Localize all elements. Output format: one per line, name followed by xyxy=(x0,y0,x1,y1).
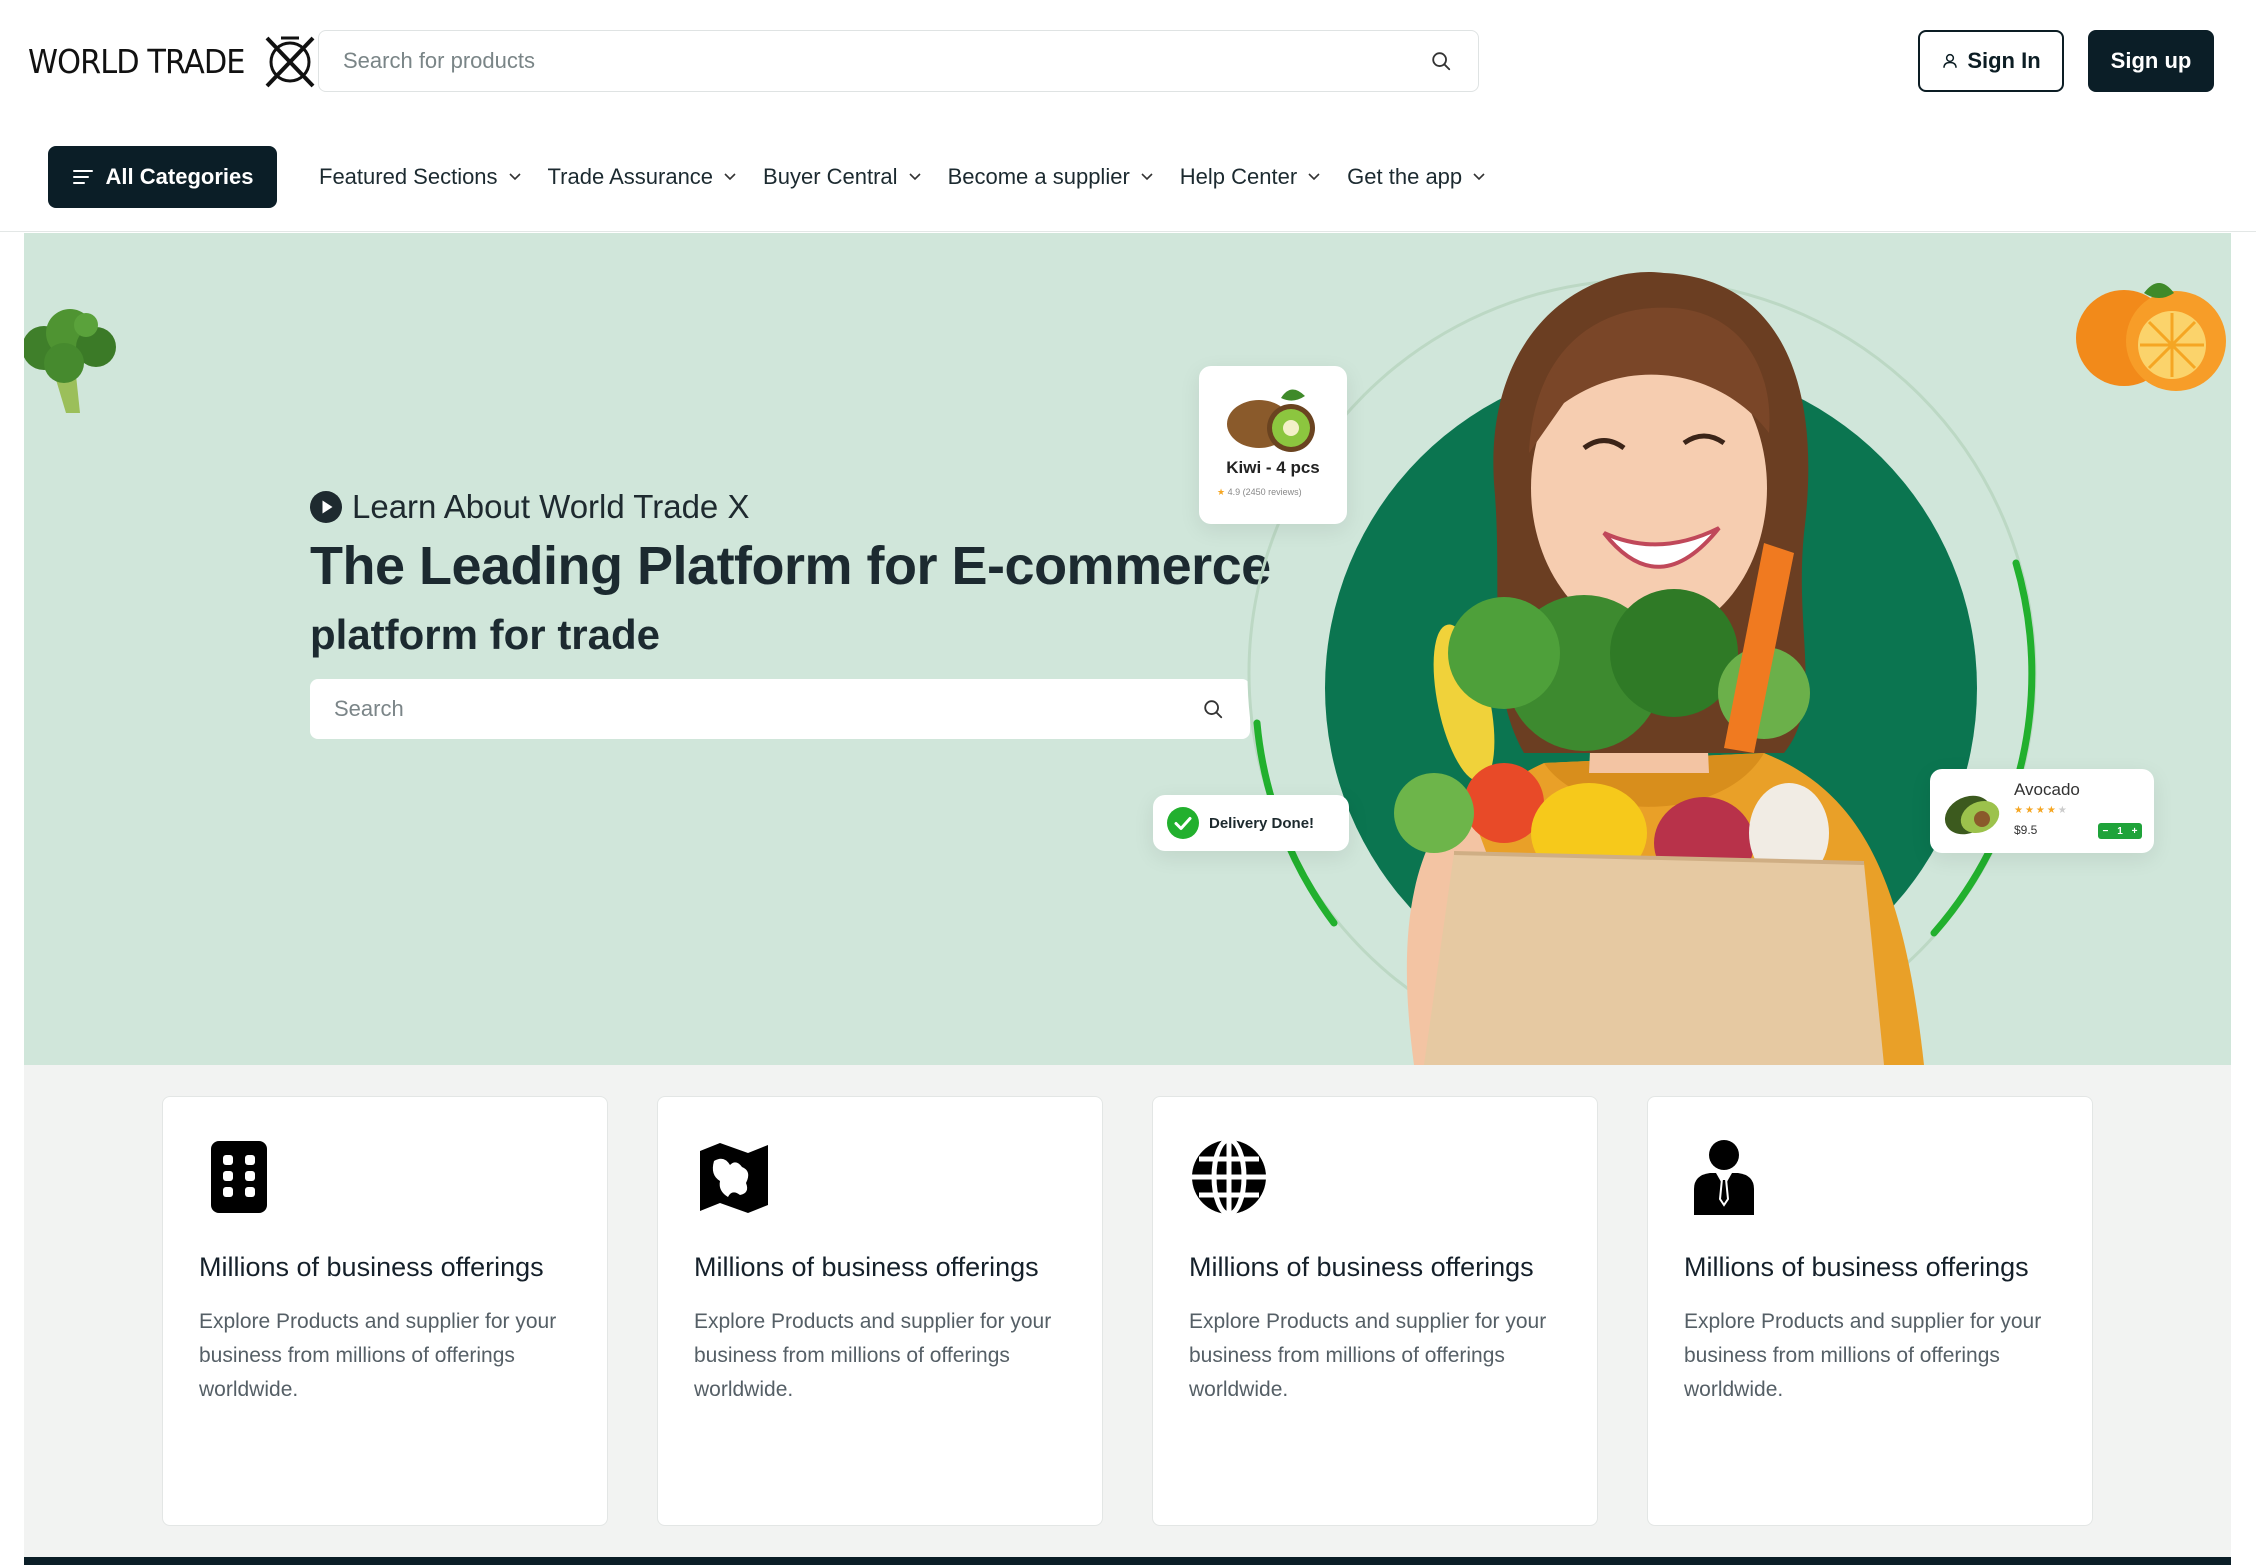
sign-up-label: Sign up xyxy=(2110,48,2192,73)
nav-item-label: Featured Sections xyxy=(319,164,498,189)
chevron-down-icon xyxy=(1307,170,1321,184)
nav-item-label: Help Center xyxy=(1179,164,1298,189)
businessman-icon xyxy=(1694,1140,1754,1215)
hero-search-input[interactable] xyxy=(334,696,1200,722)
sign-up-button[interactable]: Sign up xyxy=(2088,30,2214,92)
feature-title: Millions of business offerings xyxy=(694,1252,1039,1282)
kiwi-review-count: (2450 reviews) xyxy=(1242,487,1302,497)
globe-icon xyxy=(1192,1137,1266,1217)
brand-logo[interactable]: WORLD TRADE xyxy=(28,30,319,92)
nav-item-label: Get the app xyxy=(1347,164,1463,189)
feature-description: Explore Products and supplier for your b… xyxy=(1684,1310,2042,1401)
check-circle-icon xyxy=(1167,807,1199,839)
footer-strip xyxy=(24,1557,2231,1565)
delivery-status-card: Delivery Done! xyxy=(1153,795,1349,851)
hero-search-bar xyxy=(310,679,1250,739)
feature-description: Explore Products and supplier for your b… xyxy=(694,1310,1052,1401)
nav-item-trade-assurance[interactable]: Trade Assurance xyxy=(548,164,738,190)
avocado-star-rating: ★★★★★ xyxy=(2014,805,2069,816)
minus-icon[interactable]: − xyxy=(2102,826,2108,837)
all-categories-label: All Categories xyxy=(105,164,254,189)
kiwi-product-card[interactable]: Kiwi - 4 pcs ★ 4.9 (2450 reviews) xyxy=(1199,366,1347,524)
feature-card[interactable]: Millions of business offerings Explore P… xyxy=(657,1096,1103,1526)
broccoli-image xyxy=(24,309,116,413)
feature-card[interactable]: Millions of business offerings Explore P… xyxy=(1647,1096,2093,1526)
nav-item-help-center[interactable]: Help Center xyxy=(1180,164,1321,190)
main-nav: All Categories Featured Sections Trade A… xyxy=(0,146,2256,208)
nav-item-get-the-app[interactable]: Get the app xyxy=(1347,164,1486,190)
plus-icon[interactable]: + xyxy=(2132,826,2138,837)
brand-name: WORLD TRADE xyxy=(28,41,245,81)
avocado-price: $9.5 xyxy=(2014,823,2038,837)
hero-subtitle: platform for trade xyxy=(310,611,661,658)
search-icon[interactable] xyxy=(1428,48,1454,74)
chevron-down-icon xyxy=(508,170,522,184)
building-icon xyxy=(211,1141,267,1213)
delivery-status-text: Delivery Done! xyxy=(1209,814,1315,832)
avocado-product-name: Avocado xyxy=(2014,780,2080,799)
sign-in-label: Sign In xyxy=(1967,48,2041,73)
map-icon xyxy=(700,1143,768,1213)
avocado-product-card[interactable]: Avocado ★★★★★ $9.5 −1 + xyxy=(1930,769,2154,853)
product-search-bar xyxy=(318,30,1479,92)
learn-about-label: Learn About World Trade X xyxy=(352,488,750,525)
feature-title: Millions of business offerings xyxy=(199,1252,544,1282)
site-header: WORLD TRADE Sign In Sign up All Categori… xyxy=(0,0,2256,232)
feature-description: Explore Products and supplier for your b… xyxy=(199,1310,557,1401)
chevron-down-icon xyxy=(1140,170,1154,184)
chevron-down-icon xyxy=(908,170,922,184)
features-section: Millions of business offerings Explore P… xyxy=(24,1065,2231,1557)
chevron-down-icon xyxy=(1472,170,1486,184)
user-icon xyxy=(1943,53,1958,68)
learn-about-link[interactable]: Learn About World Trade X xyxy=(310,488,749,526)
sign-in-button[interactable]: Sign In xyxy=(1918,30,2064,92)
feature-card[interactable]: Millions of business offerings Explore P… xyxy=(1152,1096,1598,1526)
all-categories-button[interactable]: All Categories xyxy=(48,146,277,208)
kiwi-product-name: Kiwi - 4 pcs xyxy=(1226,458,1320,477)
nav-item-label: Become a supplier xyxy=(947,164,1130,189)
kiwi-rating-value: 4.9 xyxy=(1227,487,1241,497)
hero-woman-groceries-image xyxy=(1247,271,2226,1065)
hero-banner: Learn About World Trade X The Leading Pl… xyxy=(24,233,2231,1065)
feature-card[interactable]: Millions of business offerings Explore P… xyxy=(162,1096,608,1526)
kiwi-rating: ★ 4.9 (2450 reviews) xyxy=(1217,487,1302,498)
nav-item-featured-sections[interactable]: Featured Sections xyxy=(319,164,522,190)
quantity-stepper[interactable]: −1 + xyxy=(2098,823,2142,839)
chevron-down-icon xyxy=(723,170,737,184)
product-search-input[interactable] xyxy=(343,48,1428,74)
nav-menu: Featured Sections Trade Assurance Buyer … xyxy=(319,146,1486,208)
feature-title: Millions of business offerings xyxy=(1684,1252,2029,1282)
hero-title: The Leading Platform for E-commerce xyxy=(310,536,1271,596)
avocado-image xyxy=(1944,795,2000,835)
feature-description: Explore Products and supplier for your b… xyxy=(1189,1310,1547,1401)
kiwi-image xyxy=(1227,389,1315,452)
nav-item-become-supplier[interactable]: Become a supplier xyxy=(948,164,1154,190)
brand-x-icon xyxy=(265,36,315,88)
menu-lines-icon xyxy=(72,170,93,184)
nav-item-label: Trade Assurance xyxy=(547,164,714,189)
nav-item-label: Buyer Central xyxy=(763,164,898,189)
feature-title: Millions of business offerings xyxy=(1189,1252,1534,1282)
quantity-value: 1 xyxy=(2117,825,2123,837)
nav-item-buyer-central[interactable]: Buyer Central xyxy=(763,164,922,190)
play-circle-icon xyxy=(310,491,342,523)
star-icon: ★ xyxy=(1217,487,1226,497)
